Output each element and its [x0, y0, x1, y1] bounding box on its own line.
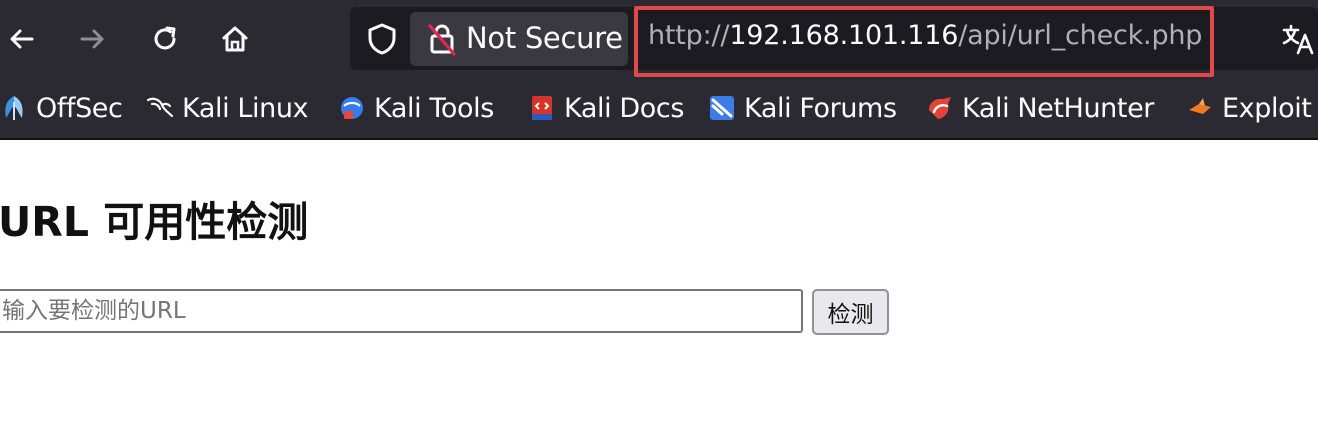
bookmark-label: Kali Linux	[182, 92, 309, 124]
forward-arrow-icon	[80, 29, 104, 49]
kali-linux-icon	[146, 97, 174, 118]
bookmark-kali-tools[interactable]: Kali Tools	[338, 84, 494, 132]
page-title: URL 可用性检测	[0, 198, 309, 246]
kali-forums-icon	[710, 96, 734, 120]
site-security-indicator[interactable]: Not Secure	[410, 12, 628, 66]
url-highlight-box	[634, 6, 1214, 77]
bookmark-kali-nethunter[interactable]: Kali NetHunter	[926, 84, 1154, 132]
bookmark-exploit-db[interactable]: Exploit	[1186, 84, 1312, 132]
home-button[interactable]	[213, 14, 257, 64]
kali-nethunter-icon	[929, 97, 951, 119]
offsec-icon	[5, 96, 23, 120]
bookmark-offsec[interactable]: OffSec	[0, 84, 123, 132]
bookmark-label: Kali Tools	[374, 92, 494, 124]
bookmark-kali-linux[interactable]: Kali Linux	[146, 84, 309, 132]
forward-button[interactable]	[70, 14, 114, 64]
security-label: Not Secure	[466, 21, 623, 55]
reload-icon	[154, 26, 176, 50]
bookmark-label: OffSec	[36, 92, 123, 124]
bookmark-kali-docs[interactable]: Kali Docs	[528, 84, 684, 132]
insecure-lock-icon	[428, 24, 456, 56]
shield-icon	[368, 23, 396, 55]
reload-button[interactable]	[143, 14, 187, 64]
bookmark-kali-forums[interactable]: Kali Forums	[708, 84, 897, 132]
url-input[interactable]	[0, 289, 803, 333]
bookmark-label: Exploit	[1222, 92, 1312, 124]
bookmark-label: Kali Docs	[564, 92, 684, 124]
kali-docs-icon	[532, 96, 552, 120]
home-icon	[222, 26, 248, 52]
tracking-protection-button[interactable]	[362, 18, 402, 60]
translate-icon	[1282, 24, 1314, 55]
kali-tools-icon	[341, 97, 363, 119]
back-button[interactable]	[0, 14, 44, 64]
check-button[interactable]: 检测	[812, 289, 889, 335]
back-arrow-icon	[10, 29, 34, 49]
exploit-db-icon	[1189, 98, 1211, 114]
bookmark-label: Kali NetHunter	[962, 92, 1154, 124]
translate-button[interactable]	[1278, 18, 1318, 60]
bookmark-label: Kali Forums	[744, 92, 897, 124]
